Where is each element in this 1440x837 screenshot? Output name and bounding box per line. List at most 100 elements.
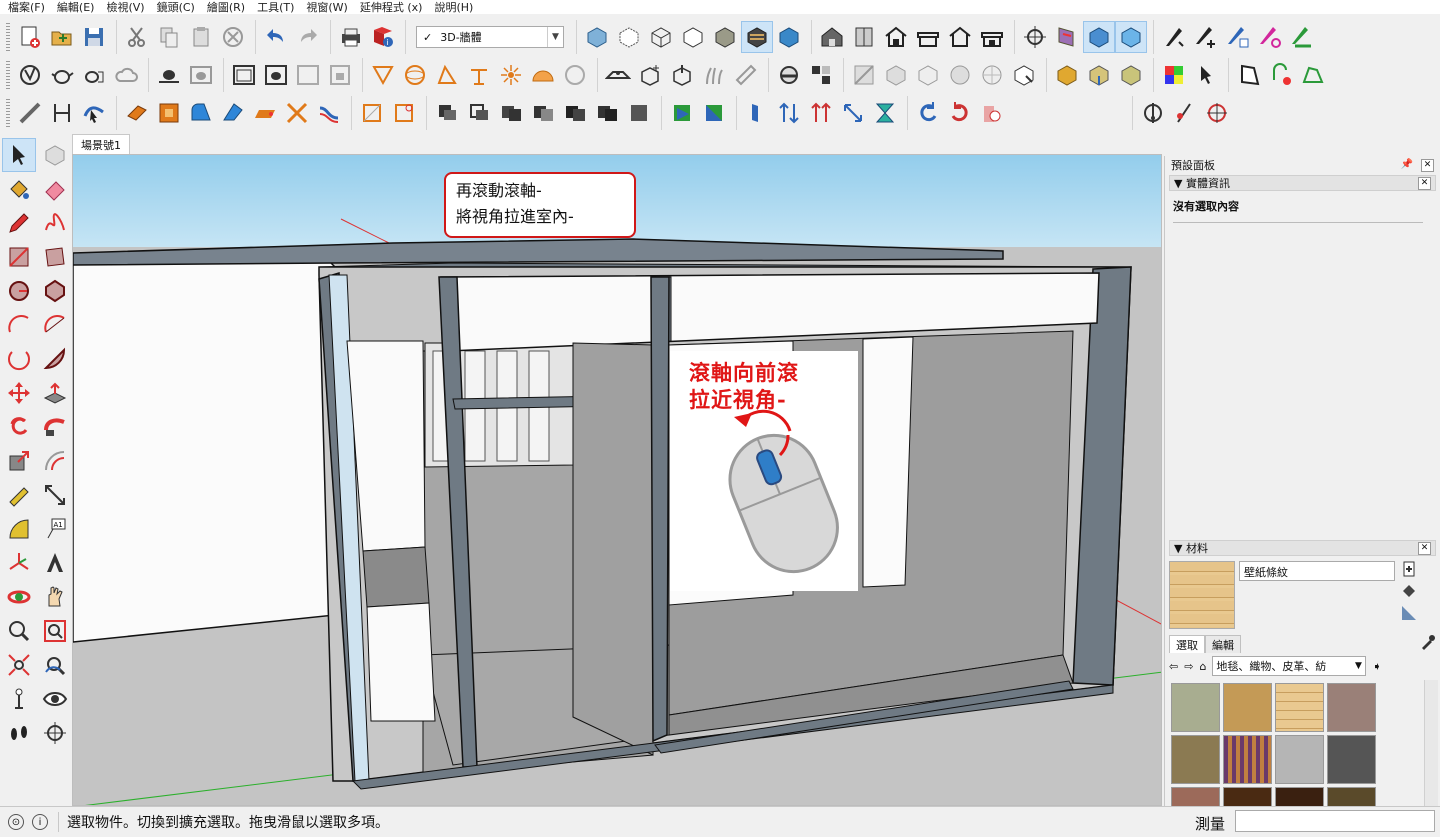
convert-curve-button[interactable] xyxy=(1286,21,1318,53)
close-icon[interactable]: ✕ xyxy=(1418,176,1431,190)
zoom-window-tool[interactable] xyxy=(38,614,72,648)
angle-button[interactable] xyxy=(1169,97,1201,129)
circle-tool[interactable] xyxy=(2,274,36,308)
material-name-field[interactable]: 壁紙條紋 xyxy=(1239,561,1395,581)
material-thumb[interactable] xyxy=(1327,735,1376,784)
add-curve-button[interactable] xyxy=(1190,21,1222,53)
three-point-arc-tool[interactable] xyxy=(2,342,36,376)
display-section-cuts-button[interactable] xyxy=(1083,21,1115,53)
copy-button[interactable] xyxy=(153,21,185,53)
position-camera-tool[interactable] xyxy=(2,682,36,716)
material-cube-button[interactable] xyxy=(1051,59,1083,91)
material-multi-button[interactable] xyxy=(1083,59,1115,91)
cut-button[interactable] xyxy=(121,21,153,53)
toolbar-grip[interactable] xyxy=(6,61,10,89)
material-thumb[interactable] xyxy=(1223,683,1272,732)
freehand-curve-button[interactable] xyxy=(1158,21,1190,53)
paint-bucket-icon[interactable] xyxy=(1401,583,1417,599)
right-view-button[interactable] xyxy=(912,21,944,53)
pie-tool[interactable] xyxy=(38,342,72,376)
triangle-swatch-icon[interactable] xyxy=(1401,605,1417,621)
split-button[interactable] xyxy=(281,97,313,129)
denoise-button[interactable] xyxy=(805,59,837,91)
material-scrollbar[interactable] xyxy=(1424,680,1438,806)
xray-style-button[interactable] xyxy=(581,21,613,53)
mirror-button[interactable] xyxy=(869,97,901,129)
forward-arrow-icon[interactable]: ⇨ xyxy=(1184,660,1193,673)
texture-sphere-button[interactable] xyxy=(944,59,976,91)
fur-button[interactable] xyxy=(698,59,730,91)
menu-edit[interactable]: 編輯(E) xyxy=(57,0,95,15)
material-tint-button[interactable] xyxy=(1115,59,1147,91)
details-arrow-icon[interactable]: ➧ xyxy=(1372,660,1381,673)
window-teapot-button[interactable] xyxy=(260,59,292,91)
move-tool[interactable] xyxy=(2,376,36,410)
material-add-icon[interactable] xyxy=(1401,561,1417,577)
ies-light-button[interactable] xyxy=(495,59,527,91)
protractor-tool[interactable] xyxy=(2,512,36,546)
loft-button[interactable] xyxy=(217,97,249,129)
texture-pick-button[interactable] xyxy=(1008,59,1040,91)
follow-button[interactable] xyxy=(249,97,281,129)
wireframe-button[interactable] xyxy=(645,21,677,53)
close-icon[interactable]: ✕ xyxy=(1421,158,1434,172)
zoom-extents-tool[interactable] xyxy=(2,648,36,682)
rotate-tool[interactable] xyxy=(2,410,36,444)
shaded-button[interactable] xyxy=(709,21,741,53)
shaded-textures-button[interactable] xyxy=(741,21,773,53)
solid-shell-button[interactable] xyxy=(623,97,655,129)
material-thumb[interactable] xyxy=(1223,735,1272,784)
follow-me-tool[interactable] xyxy=(38,410,72,444)
path-tool-button[interactable] xyxy=(78,97,110,129)
paste-button[interactable] xyxy=(185,21,217,53)
window-cloud-button[interactable] xyxy=(292,59,324,91)
polygon-tool[interactable] xyxy=(38,274,72,308)
toolbar-grip[interactable] xyxy=(6,99,10,127)
toolbar-grip[interactable] xyxy=(6,23,10,51)
eraser-tool[interactable] xyxy=(38,172,72,206)
pan-tool[interactable] xyxy=(38,580,72,614)
paint-bucket-tool[interactable] xyxy=(2,172,36,206)
menu-help[interactable]: 說明(H) xyxy=(434,0,473,15)
axes-tool[interactable] xyxy=(2,546,36,580)
measurements-input[interactable] xyxy=(1235,810,1435,832)
move-up-down-button[interactable] xyxy=(773,97,805,129)
solid-outer-button[interactable] xyxy=(591,97,623,129)
dimension-tool[interactable] xyxy=(38,478,72,512)
menu-window[interactable]: 視窗(W) xyxy=(306,0,347,15)
color-palette-button[interactable] xyxy=(1158,59,1190,91)
text-tool[interactable]: A1 xyxy=(38,512,72,546)
round-corner-button[interactable] xyxy=(185,97,217,129)
select-pick-button[interactable] xyxy=(1190,59,1222,91)
solid-split-button[interactable] xyxy=(559,97,591,129)
curve-blend-button[interactable] xyxy=(313,97,345,129)
shell-button[interactable] xyxy=(1233,59,1265,91)
material-thumb[interactable] xyxy=(1171,683,1220,732)
geo-location-icon[interactable]: ⊙ xyxy=(8,814,24,830)
solid-trim-button[interactable] xyxy=(527,97,559,129)
orbit-tool[interactable] xyxy=(2,580,36,614)
dome-light-button[interactable] xyxy=(527,59,559,91)
render-preview-button[interactable] xyxy=(185,59,217,91)
display-section-fill-button[interactable] xyxy=(1115,21,1147,53)
material-thumb[interactable] xyxy=(1171,735,1220,784)
eyedropper-icon[interactable] xyxy=(1420,634,1436,653)
component-tool[interactable] xyxy=(38,138,72,172)
scale-tool[interactable] xyxy=(2,444,36,478)
material-thumb[interactable] xyxy=(1275,683,1324,732)
frame-buffer-button[interactable] xyxy=(228,59,260,91)
teapot-button[interactable] xyxy=(46,59,78,91)
undo-button[interactable] xyxy=(260,21,292,53)
back-view-button[interactable] xyxy=(944,21,976,53)
offset-tool[interactable] xyxy=(38,444,72,478)
menu-tools[interactable]: 工具(T) xyxy=(257,0,294,15)
print-button[interactable] xyxy=(335,21,367,53)
arc-tool[interactable] xyxy=(2,308,36,342)
pin-icon[interactable]: 📌 xyxy=(1401,159,1413,172)
snap-point-button[interactable] xyxy=(356,97,388,129)
infinite-plane-button[interactable] xyxy=(602,59,634,91)
dimension-tool-button[interactable] xyxy=(46,97,78,129)
back-arrow-icon[interactable]: ⇦ xyxy=(1169,660,1178,673)
sphere-object-button[interactable] xyxy=(559,59,591,91)
texture-1-button[interactable] xyxy=(848,59,880,91)
